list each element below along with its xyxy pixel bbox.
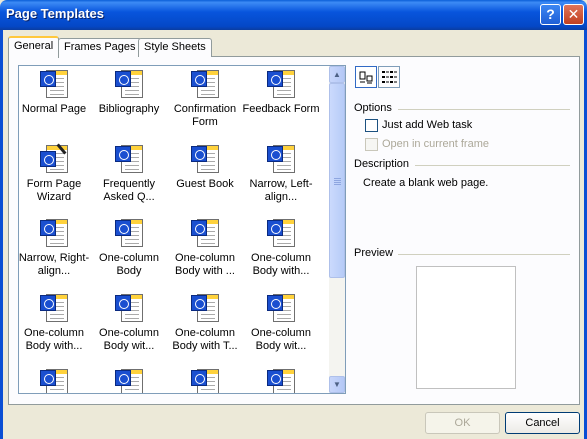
template-item[interactable]: Bibliography [89, 68, 169, 116]
page-globe-icon [265, 143, 297, 175]
just-add-web-task-label[interactable]: Just add Web task [382, 119, 472, 131]
page-globe-icon [113, 367, 145, 393]
large-icons-icon [359, 71, 373, 84]
template-label: Feedback Form [242, 103, 320, 115]
template-item[interactable]: One-column Body with ... [165, 217, 245, 278]
options-divider [398, 109, 570, 110]
template-label: Form Page Wizard [26, 178, 82, 203]
details-view-button[interactable] [378, 66, 400, 88]
close-button[interactable]: ✕ [563, 4, 584, 25]
template-item[interactable]: Guest Book [165, 143, 245, 191]
tab-frames-pages[interactable]: Frames Pages [58, 38, 142, 57]
template-list-scrollbar[interactable]: ▲ ▼ [329, 66, 345, 393]
template-label: Frequently Asked Q... [103, 178, 155, 203]
template-label: Confirmation Form [173, 103, 237, 128]
tab-general[interactable]: General [8, 36, 60, 58]
template-label: One-column Body with... [24, 327, 84, 352]
page-globe-icon [189, 292, 221, 324]
template-item[interactable]: One-column Body wit... [89, 292, 169, 353]
template-label: Narrow, Right-align... [18, 252, 90, 277]
template-item[interactable] [241, 367, 321, 393]
page-globe-icon [113, 217, 145, 249]
template-item[interactable]: One-column Body with... [19, 292, 94, 353]
page-globe-icon [189, 68, 221, 100]
scroll-up-button[interactable]: ▲ [329, 66, 345, 83]
window-title: Page Templates [6, 6, 105, 21]
help-button[interactable]: ? [540, 4, 561, 25]
page-globe-icon [38, 68, 70, 100]
template-item[interactable]: Frequently Asked Q... [89, 143, 169, 204]
list-view-icon [382, 71, 397, 83]
preview-heading: Preview [354, 247, 394, 259]
template-item[interactable]: One-column Body with T... [165, 292, 245, 353]
page-globe-icon [265, 68, 297, 100]
page-globe-icon [265, 292, 297, 324]
page-globe-icon [189, 217, 221, 249]
scroll-thumb[interactable] [329, 83, 345, 278]
template-label: One-column Body [99, 252, 159, 277]
options-heading: Options [354, 102, 392, 114]
template-item[interactable]: Narrow, Right-align... [18, 217, 94, 278]
preview-pane [416, 266, 516, 389]
template-label: One-column Body with... [251, 252, 311, 277]
page-globe-icon [189, 367, 221, 393]
template-label: Bibliography [98, 103, 160, 115]
scroll-down-button[interactable]: ▼ [329, 376, 345, 393]
template-item[interactable]: Normal Page [19, 68, 94, 116]
ok-button[interactable]: OK [425, 412, 500, 434]
template-label: One-column Body wit... [99, 327, 159, 352]
template-item[interactable]: Feedback Form [241, 68, 321, 116]
template-label: Guest Book [176, 178, 234, 190]
title-bar: Page Templates ? ✕ [0, 0, 587, 30]
cancel-button[interactable]: Cancel [505, 412, 580, 434]
template-item[interactable]: One-column Body with... [241, 217, 321, 278]
template-item[interactable] [19, 367, 94, 393]
window-border-left [0, 30, 3, 439]
just-add-web-task-checkbox[interactable] [365, 119, 378, 132]
open-in-current-frame-label: Open in current frame [382, 138, 489, 150]
description-heading: Description [354, 158, 410, 170]
description-divider [415, 165, 570, 166]
description-text: Create a blank web page. [363, 177, 489, 189]
template-item[interactable] [165, 367, 245, 393]
template-label: One-column Body with ... [175, 252, 235, 277]
page-globe-icon [265, 367, 297, 393]
template-list[interactable]: Normal Page Bibliography Confirmation Form… [18, 65, 346, 394]
page-globe-icon [189, 143, 221, 175]
template-item[interactable]: One-column Body wit... [241, 292, 321, 353]
open-in-current-frame-checkbox [365, 138, 378, 151]
page-globe-icon [113, 68, 145, 100]
page-globe-icon [38, 217, 70, 249]
page-globe-icon [113, 292, 145, 324]
template-item[interactable]: One-column Body [89, 217, 169, 278]
template-item[interactable]: Form Page Wizard [19, 143, 94, 204]
template-item[interactable] [89, 367, 169, 393]
template-label: One-column Body with T... [172, 327, 238, 352]
preview-divider [398, 254, 570, 255]
template-label: One-column Body wit... [251, 327, 311, 352]
tab-style-sheets[interactable]: Style Sheets [138, 38, 212, 57]
template-item[interactable]: Confirmation Form [165, 68, 245, 129]
page-globe-icon [38, 367, 70, 393]
template-item[interactable]: Narrow, Left-align... [241, 143, 321, 204]
template-label: Narrow, Left-align... [249, 178, 313, 203]
page-globe-icon [113, 143, 145, 175]
template-label: Normal Page [21, 103, 87, 115]
page-globe-icon [265, 217, 297, 249]
page-globe-icon [38, 292, 70, 324]
large-icons-view-button[interactable] [355, 66, 377, 88]
page-wand-icon [38, 143, 70, 175]
